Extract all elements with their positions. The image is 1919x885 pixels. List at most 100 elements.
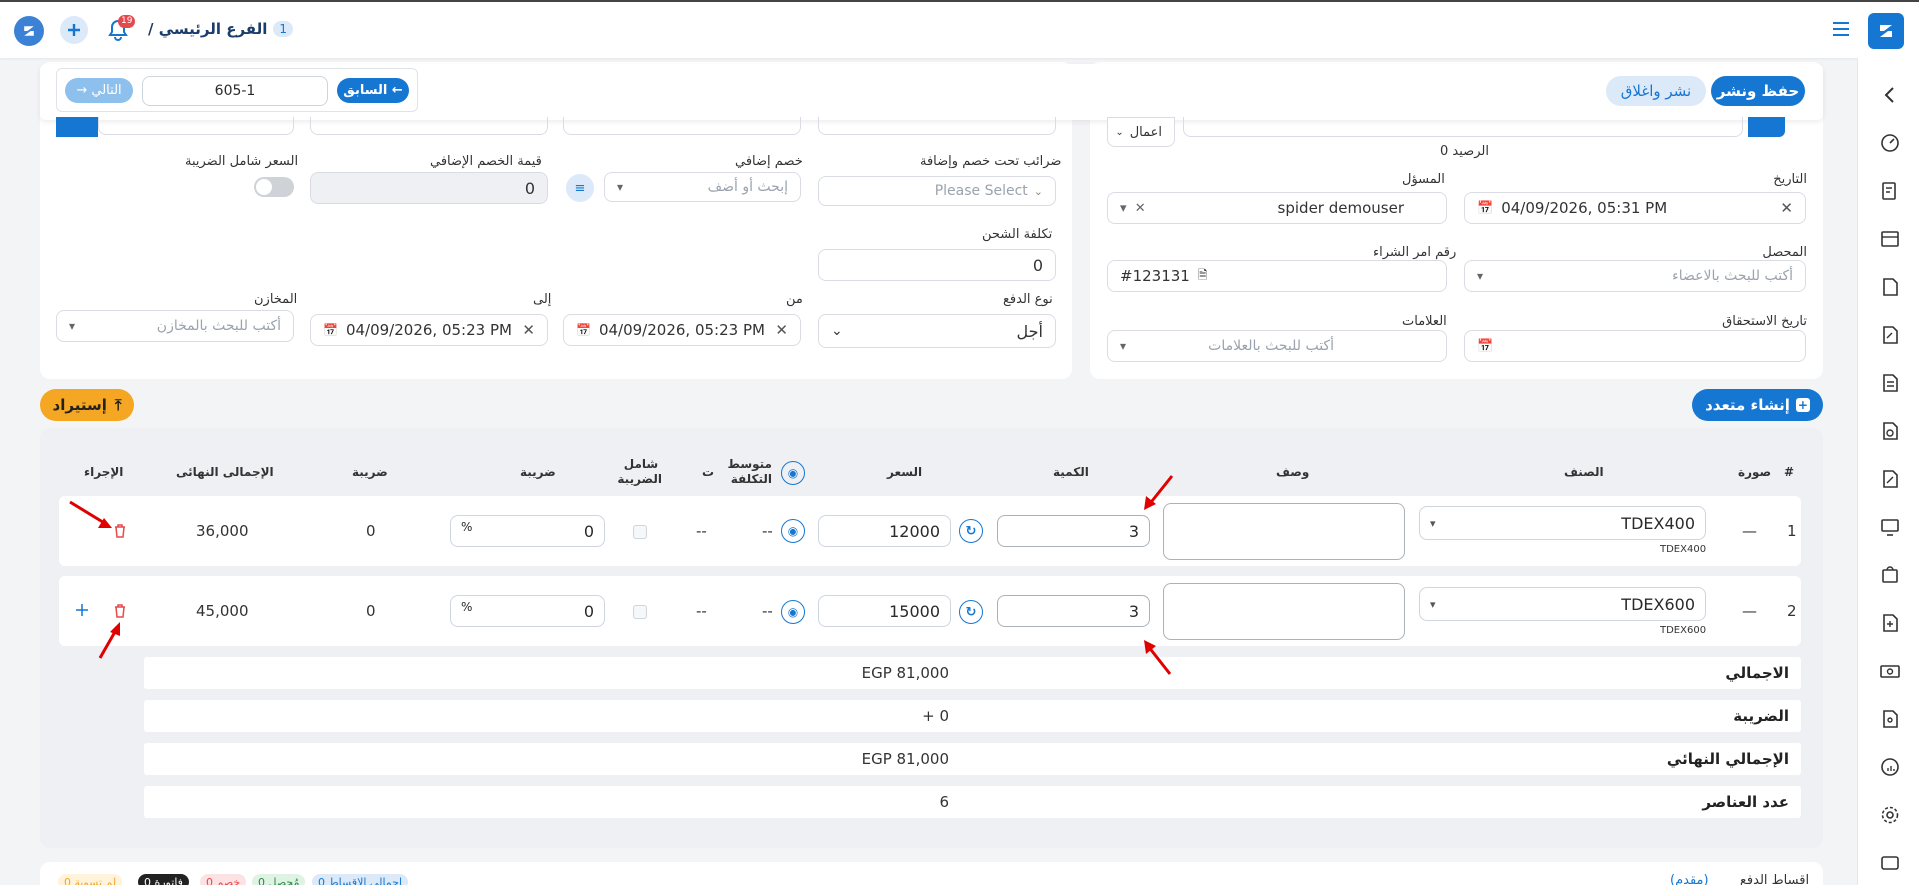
collector-select[interactable]: أكتب للبحث بالاعضاء ▾ (1464, 260, 1806, 292)
document-list-icon[interactable] (1879, 372, 1901, 394)
report-chart-icon[interactable] (1879, 756, 1901, 778)
pill-paid: مُحصل 0 (252, 874, 306, 885)
clear-icon[interactable]: ✕ (775, 321, 788, 339)
price-input[interactable]: 12000 (818, 515, 951, 547)
prev-button[interactable]: ← السابق (337, 78, 409, 103)
next-button[interactable]: التالي → (65, 78, 133, 103)
register-icon[interactable] (1879, 228, 1901, 250)
calendar-icon: 📅 (576, 323, 591, 337)
clear-icon[interactable]: ✕ (522, 321, 535, 339)
add-row-icon[interactable] (75, 603, 89, 617)
user-doc-icon[interactable] (1879, 708, 1901, 730)
extra-discount-value-input[interactable]: 0 (310, 172, 548, 204)
tax-input[interactable]: 0 % (450, 595, 605, 627)
hidden-field-5 (818, 117, 1056, 135)
chevron-down-icon: ▾ (1430, 597, 1436, 611)
po-input[interactable]: 🗎 #123131 (1107, 260, 1447, 292)
tags-select[interactable]: أكتب للبحث بالعلامات ▾ (1107, 330, 1447, 362)
invoice-user-icon[interactable] (1879, 180, 1901, 202)
from-date-input[interactable]: 📅 04/09/2026, 05:23 PM ✕ (563, 314, 801, 346)
t-value: -- (696, 522, 707, 540)
tax-unit: % (461, 520, 473, 534)
pill-total-installments: اجمالي الاقساط 0 (312, 874, 409, 885)
breadcrumb[interactable]: 1 الفرع الرئيسي / (148, 20, 294, 38)
item-select[interactable]: TDEX600 ▾ (1419, 587, 1706, 621)
tax-inclusive-checkbox[interactable] (633, 525, 647, 539)
header-price: السعر (887, 465, 923, 479)
description-textarea[interactable] (1163, 503, 1405, 560)
refresh-price-icon[interactable]: ↻ (959, 519, 983, 543)
cash-icon[interactable] (1879, 660, 1901, 682)
date-input[interactable]: 📅 04/09/2026, 05:31 PM ✕ (1464, 192, 1806, 224)
tax-input[interactable]: 0 % (450, 515, 605, 547)
tax-inclusive-checkbox[interactable] (633, 605, 647, 619)
bell-icon[interactable]: 19 (108, 15, 136, 41)
item-sub: TDEX400 (1660, 544, 1707, 555)
advance-link[interactable]: (مقدم) (1670, 873, 1709, 885)
eye-icon[interactable]: ◉ (781, 519, 805, 543)
header-item: الصنف (1564, 465, 1604, 479)
add-document-icon[interactable] (1879, 612, 1901, 634)
publish-close-button[interactable]: نشر واغلاق (1606, 76, 1706, 106)
document-code-icon[interactable] (1879, 276, 1901, 298)
document-sign-icon[interactable] (1879, 468, 1901, 490)
balance-text: الرصيد 0 (1440, 144, 1489, 159)
collector-placeholder: أكتب للبحث بالاعضاء (1672, 268, 1793, 284)
import-button[interactable]: ⤒ إستيراد (40, 389, 134, 421)
quantity-input[interactable]: 3 (997, 515, 1150, 547)
select-controls: ✕ ▾ (1120, 200, 1146, 216)
avg-cost: -- (762, 522, 773, 540)
delete-icon[interactable] (114, 604, 126, 618)
bulk-create-button[interactable]: + إنشاء متعدد (1692, 389, 1823, 421)
document-money-icon[interactable] (1879, 420, 1901, 442)
chevron-down-icon: ▾ (617, 180, 624, 194)
pill-settle: لم تسوية 0 (58, 874, 123, 885)
price-input[interactable]: 15000 (818, 595, 951, 627)
header-action: الإجراء (84, 465, 124, 479)
monitor-icon[interactable] (1879, 516, 1901, 538)
type-select[interactable]: اعمال ⌄ (1107, 117, 1175, 147)
discount-type-toggle[interactable]: ≡ (566, 174, 594, 202)
window-icon[interactable] (1879, 852, 1901, 874)
hidden-field-2 (98, 117, 294, 135)
app-logo[interactable] (1868, 13, 1904, 49)
taxes-label: ضرائب تحت خصم وإضافة (920, 154, 1062, 169)
refresh-price-icon[interactable]: ↻ (959, 600, 983, 624)
eye-icon[interactable]: ◉ (781, 600, 805, 624)
calendar-icon: 📅 (1477, 338, 1494, 354)
gauge-icon[interactable] (1879, 132, 1901, 154)
taxes-select[interactable]: ⌄ Please Select (818, 176, 1056, 206)
tax-inclusive-toggle[interactable] (254, 177, 294, 197)
shopping-icon[interactable] (1879, 564, 1901, 586)
gear-icon[interactable] (1879, 804, 1901, 826)
to-value: 04/09/2026, 05:23 PM (345, 321, 512, 339)
extra-discount-select[interactable]: إبحث أو أضف ▾ (604, 172, 801, 202)
due-date-input[interactable]: 📅 (1464, 330, 1806, 362)
description-textarea[interactable] (1163, 583, 1405, 640)
row-image: — (1742, 522, 1757, 540)
add-button[interactable] (60, 16, 88, 44)
shipping-input[interactable]: 0 (818, 249, 1056, 281)
item-select[interactable]: TDEX400 ▾ (1419, 506, 1706, 540)
clear-icon[interactable]: ✕ (1780, 199, 1793, 217)
warehouses-select[interactable]: أكتب للبحث بالمخازن ▾ (56, 310, 294, 342)
taxes-placeholder: Please Select (934, 183, 1028, 199)
payment-type-select[interactable]: أجل ⌄ (818, 314, 1056, 348)
chevron-left-icon[interactable] (1879, 84, 1901, 106)
document-edit-icon[interactable] (1879, 324, 1901, 346)
to-date-input[interactable]: 📅 04/09/2026, 05:23 PM ✕ (310, 314, 548, 346)
quantity-input[interactable]: 3 (997, 595, 1150, 627)
chevron-down-icon: ▾ (69, 319, 76, 333)
header-num: # (1784, 465, 1795, 479)
avg-cost-toggle[interactable]: ◉ (781, 461, 805, 485)
type-value: اعمال (1129, 124, 1162, 140)
payment-type-label: نوع الدفع (1003, 292, 1053, 307)
responsible-select[interactable]: spider demouser ✕ ▾ (1107, 192, 1447, 224)
avg-cost: -- (762, 602, 773, 620)
doc-number-input[interactable]: 605-1 (142, 76, 328, 106)
menu-icon[interactable] (1832, 21, 1850, 37)
delete-icon[interactable] (114, 524, 126, 538)
save-publish-button[interactable]: حفظ ونشر (1711, 76, 1805, 106)
extra-discount-label: خصم إضافي (735, 154, 803, 169)
t-value: -- (696, 602, 707, 620)
